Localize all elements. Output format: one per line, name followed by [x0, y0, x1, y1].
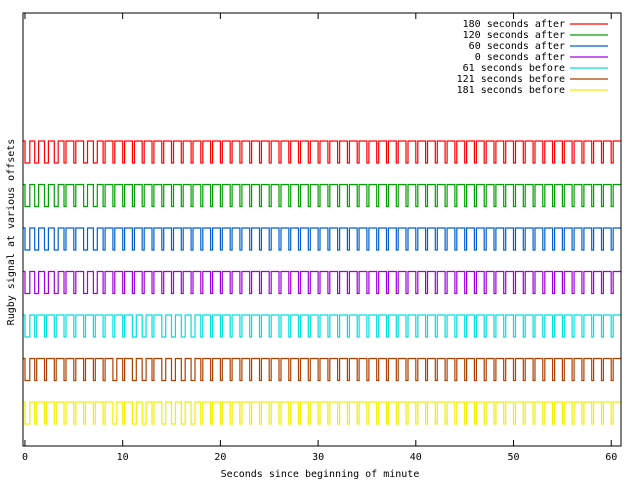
x-axis-label: Seconds since beginning of minute — [221, 469, 420, 480]
y-axis-label: Rugby signal at various offsets — [6, 139, 17, 326]
x-tick-label: 40 — [410, 452, 422, 463]
x-tick-label: 0 — [22, 452, 28, 463]
legend-label: 121 seconds before — [457, 74, 565, 85]
x-tick-label: 50 — [507, 452, 519, 463]
legend-label: 180 seconds after — [463, 19, 565, 30]
legend-label: 61 seconds before — [463, 63, 565, 74]
x-tick-label: 60 — [605, 452, 617, 463]
legend-label: 60 seconds after — [469, 41, 565, 52]
signal-chart: 0 10 20 30 40 50 60 Seconds since beginning of… — [0, 0, 640, 480]
legend-label: 181 seconds before — [457, 85, 565, 96]
x-tick-label: 20 — [214, 452, 226, 463]
x-tick-label: 10 — [117, 452, 129, 463]
x-tick-label: 30 — [312, 452, 324, 463]
legend-label: 0 seconds after — [475, 52, 565, 63]
legend-label: 120 seconds after — [463, 30, 565, 41]
